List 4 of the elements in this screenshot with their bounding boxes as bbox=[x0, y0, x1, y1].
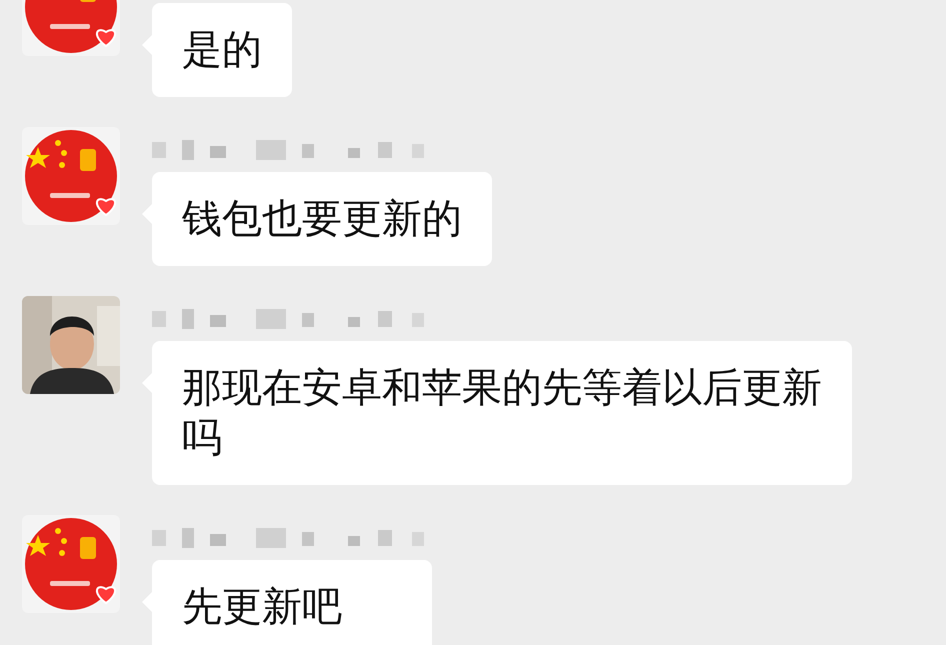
message-text: 钱包也要更新的 bbox=[182, 196, 462, 242]
message-text: 先更新吧 bbox=[182, 584, 342, 630]
message-text: 是的 bbox=[182, 27, 262, 73]
message-text: 那现在安卓和苹果的先等着以后更新吗 bbox=[182, 365, 822, 461]
